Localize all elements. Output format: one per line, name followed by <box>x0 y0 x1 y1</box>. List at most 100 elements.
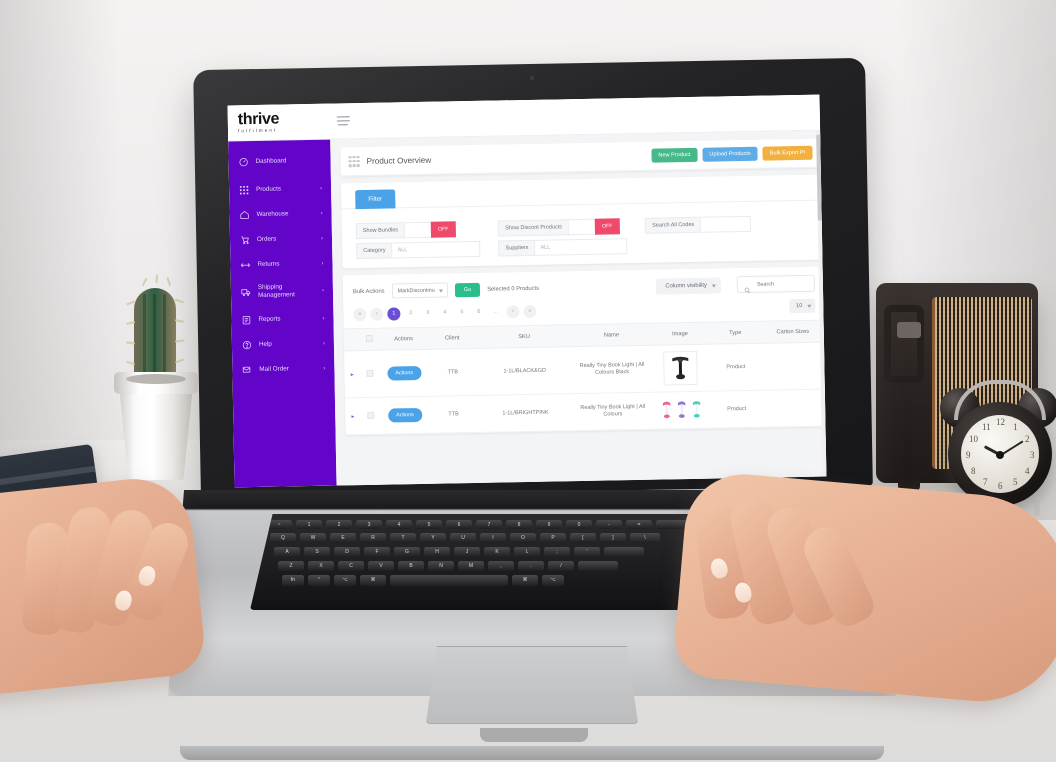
page-size-select[interactable]: 10 <box>788 298 816 314</box>
row-checkbox[interactable] <box>366 369 374 377</box>
pagination-page-1[interactable]: 1 <box>387 306 401 321</box>
th-client[interactable]: Client <box>427 326 477 350</box>
th-carton-sizes[interactable]: Carton Sizes <box>761 320 824 344</box>
row-sku: 1-1L/BRIGHTPINK <box>477 393 574 433</box>
row-checkbox[interactable] <box>367 411 375 419</box>
logo-tagline: fulfilment <box>237 127 278 133</box>
chevron-right-icon: › <box>321 287 325 294</box>
right-hand <box>671 469 1056 709</box>
filter-group-bundles: Show Bundles OFF Category ALL <box>355 221 481 260</box>
sidebar-item-dashboard[interactable]: Dashboard <box>228 148 330 175</box>
chevron-right-icon: › <box>322 315 325 322</box>
sidebar-item-reports[interactable]: Reports › <box>231 306 333 333</box>
page-header-card: Product Overview New Product Upload Prod… <box>340 138 821 177</box>
sidebar-item-orders[interactable]: Orders › <box>230 226 332 253</box>
search-all-codes-input[interactable] <box>701 215 752 233</box>
show-discont-products-label: Show Discont Products <box>498 219 570 237</box>
pagination-next[interactable]: › <box>506 304 520 318</box>
pagination: « ‹ 1 2 3 4 5 6 … › » <box>353 304 537 321</box>
row-name: Really Tiny Book Light | All Colours Bla… <box>571 345 653 394</box>
row-actions-cell[interactable]: Actions <box>379 349 429 398</box>
row-sku: 1-1L/BLACK&GD <box>476 346 573 396</box>
row-image-cell <box>652 391 711 430</box>
chevron-right-icon: › <box>320 235 324 242</box>
go-button[interactable]: Go <box>454 282 481 297</box>
upload-products-button[interactable]: Upload Products <box>702 146 758 162</box>
sidebar-label: Warehouse <box>256 209 289 218</box>
laptop-foot <box>180 746 884 760</box>
sidebar-item-warehouse[interactable]: Warehouse › <box>229 201 331 228</box>
row-checkbox-cell[interactable] <box>360 397 381 435</box>
returns-arrows-icon <box>239 259 250 270</box>
products-grid-icon <box>238 184 249 195</box>
row-actions-button[interactable]: Actions <box>387 407 422 423</box>
sidebar-item-products[interactable]: Products › <box>229 176 331 203</box>
trackpad[interactable] <box>426 646 638 724</box>
logo-wordmark: thrive <box>237 110 280 128</box>
sidebar-item-mail-order[interactable]: Mail Order › <box>232 356 334 383</box>
grid-dots-icon <box>348 155 360 167</box>
th-select-all[interactable] <box>359 328 380 351</box>
chevron-right-icon: › <box>320 185 323 192</box>
show-bundles-label: Show Bundles <box>355 222 406 240</box>
pagination-page-2[interactable]: 2 <box>404 307 417 320</box>
pagination-page-3[interactable]: 3 <box>421 306 434 319</box>
brand-logo[interactable]: thrive fulfilment <box>227 103 331 141</box>
suppliers-input[interactable]: ALL <box>535 238 628 256</box>
dashboard-icon <box>237 156 248 167</box>
sidebar-item-help[interactable]: Help › <box>232 331 334 358</box>
row-type: Product <box>709 390 764 429</box>
pagination-page-5[interactable]: 5 <box>455 306 468 319</box>
search-input[interactable] <box>754 279 808 289</box>
show-bundles-toggle[interactable]: OFF <box>430 221 456 238</box>
th-image[interactable]: Image <box>651 322 709 346</box>
mail-order-icon <box>241 364 252 375</box>
chevron-right-icon: › <box>322 340 325 347</box>
column-visibility-label: Column visibility <box>665 282 707 289</box>
pagination-page-6[interactable]: 6 <box>472 305 485 318</box>
filter-tab[interactable]: Filter <box>355 189 396 210</box>
pagination-prev[interactable]: ‹ <box>370 307 384 321</box>
bulk-export-products-button[interactable]: Bulk Export Pr <box>762 145 813 161</box>
alarm-clock: 12 1 2 3 4 5 6 7 8 9 10 11 <box>940 380 1056 516</box>
row-expander[interactable]: ▸ <box>344 397 362 435</box>
table-search[interactable] <box>736 274 816 294</box>
row-expander[interactable]: ▸ <box>344 350 361 398</box>
magnifier-icon <box>744 281 751 294</box>
th-type[interactable]: Type <box>708 321 762 345</box>
row-checkbox-cell[interactable] <box>359 350 381 398</box>
th-name[interactable]: Name <box>571 323 652 347</box>
show-discont-products-toggle[interactable]: OFF <box>594 218 620 235</box>
sidebar-item-returns[interactable]: Returns › <box>230 251 332 278</box>
category-input[interactable]: ALL <box>392 240 481 259</box>
clock-face: 12 1 2 3 4 5 6 7 8 9 10 11 <box>961 415 1039 493</box>
column-visibility-button[interactable]: Column visibility <box>656 276 722 295</box>
sidebar-label: Help <box>258 340 272 348</box>
page-action-buttons: New Product Upload Products Bulk Export … <box>651 145 813 163</box>
sidebar-label: Shipping Management <box>257 283 295 299</box>
clock-center-pin <box>996 451 1004 459</box>
filter-panel: Filter Show Bundles OFF Category ALL Sho… <box>340 174 823 269</box>
sidebar-label: Products <box>256 184 282 193</box>
new-product-button[interactable]: New Product <box>651 147 698 163</box>
page-title: Product Overview <box>366 155 432 166</box>
webcam <box>529 75 535 81</box>
hamburger-icon[interactable] <box>330 103 357 138</box>
th-actions[interactable]: Actions <box>379 327 429 351</box>
row-actions-button[interactable]: Actions <box>387 365 422 381</box>
row-carton-sizes <box>762 389 826 428</box>
sidebar-label: Reports <box>258 315 281 323</box>
sidebar-item-shipping-management[interactable]: Shipping Management › <box>231 276 334 308</box>
bulk-action-select[interactable]: MarkDiscontinu <box>391 282 448 299</box>
row-actions-cell[interactable]: Actions <box>380 396 430 435</box>
pagination-last[interactable]: » <box>523 304 537 318</box>
show-discont-products-field: Show Discont Products OFF <box>498 218 627 237</box>
select-all-checkbox[interactable] <box>365 334 373 342</box>
pagination-first[interactable]: « <box>353 307 367 321</box>
th-sku[interactable]: SKU <box>476 324 572 349</box>
pagination-page-4[interactable]: 4 <box>438 306 451 319</box>
selected-products-count: Selected 0 Products <box>487 285 540 293</box>
laptop-notch <box>480 728 588 742</box>
sidebar-label: Returns <box>257 260 280 268</box>
table-row[interactable]: ▸ Actions TTB 1-1L/BRIGHTPINK Really Tin… <box>344 389 826 435</box>
